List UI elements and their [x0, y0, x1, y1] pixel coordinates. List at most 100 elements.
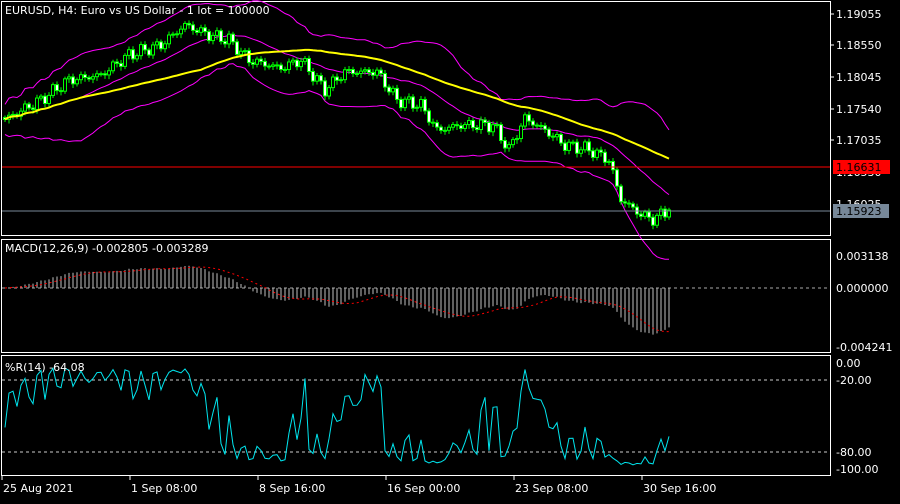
- bear-candle: [203, 27, 207, 33]
- price-label: 1.18550: [836, 39, 882, 52]
- bull-candle: [555, 133, 559, 138]
- bear-candle: [631, 203, 635, 208]
- bull-candle: [75, 79, 79, 85]
- bull-candle: [391, 87, 395, 93]
- bear-candle: [475, 127, 479, 131]
- bull-candle: [443, 129, 447, 132]
- bear-candle: [411, 96, 415, 109]
- bull-candle: [507, 144, 511, 149]
- bear-candle: [483, 119, 487, 123]
- bull-candle: [135, 55, 139, 60]
- time-label: 25 Aug 2021: [3, 482, 73, 495]
- bear-candle: [487, 121, 491, 133]
- bull-candle: [227, 33, 231, 45]
- bear-candle: [647, 211, 651, 218]
- price-label: 1.17540: [836, 103, 882, 116]
- macd-axis-label: 0.003138: [836, 250, 889, 263]
- bull-candle: [199, 27, 203, 33]
- bull-candle: [491, 124, 495, 133]
- bear-candle: [431, 121, 435, 124]
- bull-candle: [287, 61, 291, 71]
- bear-candle: [231, 33, 235, 43]
- bull-candle: [495, 124, 499, 127]
- bull-candle: [515, 138, 519, 141]
- macd-plot[interactable]: [4, 265, 670, 335]
- bear-candle: [235, 41, 239, 55]
- time-label: 1 Sep 08:00: [131, 482, 197, 495]
- wpr-axis-label: -100.00: [836, 463, 878, 476]
- bear-candle: [455, 124, 459, 127]
- bear-candle: [275, 64, 279, 67]
- bear-candle: [55, 84, 59, 92]
- bull-candle: [343, 69, 347, 81]
- bull-candle: [23, 103, 27, 112]
- bull-candle: [111, 61, 115, 72]
- bull-candle: [655, 214, 659, 226]
- bear-candle: [591, 150, 595, 158]
- wpr-axis-label: -20.00: [836, 374, 871, 387]
- bear-candle: [527, 114, 531, 122]
- bull-candle: [355, 72, 359, 75]
- bear-candle: [471, 120, 475, 129]
- macd-title: MACD(12,26,9) -0.002805 -0.003289: [5, 242, 208, 255]
- wpr-plot[interactable]: [4, 367, 670, 466]
- bear-candle: [575, 141, 579, 154]
- bear-candle: [119, 62, 123, 67]
- bear-candle: [267, 65, 271, 68]
- bear-candle: [543, 125, 547, 130]
- bear-candle: [563, 142, 567, 151]
- bear-candle: [639, 213, 643, 217]
- bear-candle: [295, 59, 299, 68]
- time-axis[interactable]: 25 Aug 2021 1 Sep 08:00 8 Sep 16:00 16 S…: [1, 476, 716, 495]
- bear-candle: [387, 86, 391, 93]
- bear-candle: [43, 95, 47, 104]
- trading-chart[interactable]: EURUSD, H4: Euro vs US Dollar - 1 lot = …: [0, 0, 900, 500]
- bull-candle: [567, 141, 571, 151]
- macd-axis-label: 0.000000: [836, 282, 889, 295]
- bull-candle: [67, 76, 71, 80]
- bear-candle: [143, 44, 147, 51]
- bull-candle: [123, 54, 127, 67]
- bull-candle: [407, 96, 411, 100]
- bull-candle: [467, 120, 471, 126]
- bull-candle: [523, 114, 527, 127]
- bull-candle: [99, 73, 103, 76]
- bear-candle: [623, 201, 627, 204]
- bear-candle: [103, 73, 107, 76]
- bull-candle: [35, 97, 39, 110]
- bollinger-upper-band: [4, 0, 670, 131]
- bull-candle: [347, 69, 351, 72]
- bull-candle: [155, 41, 159, 46]
- bull-candle: [139, 44, 143, 57]
- bull-candle: [167, 34, 171, 45]
- bull-candle: [179, 28, 183, 35]
- bull-candle: [415, 106, 419, 109]
- bear-candle: [147, 49, 151, 56]
- bull-candle: [95, 73, 99, 78]
- bull-candle: [163, 43, 167, 50]
- time-label: 16 Sep 00:00: [387, 482, 460, 495]
- bear-candle: [367, 69, 371, 73]
- bull-candle: [595, 149, 599, 158]
- bollinger-middle-band: [4, 34, 670, 196]
- bull-candle: [511, 139, 515, 146]
- bull-candle: [47, 94, 51, 104]
- bull-candle: [519, 125, 523, 140]
- bull-candle: [331, 76, 335, 89]
- bear-candle: [539, 124, 543, 127]
- price-axis[interactable]: 1.19055 1.18550 1.18045 1.17540 1.17035 …: [2, 8, 890, 218]
- bear-candle: [323, 80, 327, 97]
- wpr-panel-border: [1, 355, 831, 476]
- bear-candle: [547, 128, 551, 137]
- bull-candle: [63, 78, 67, 92]
- bear-candle: [195, 29, 199, 33]
- bull-candle: [79, 74, 83, 81]
- bull-candle: [51, 84, 55, 96]
- bull-candle: [171, 33, 175, 36]
- bull-candle: [127, 49, 131, 56]
- price-plot[interactable]: [3, 0, 671, 260]
- bull-candle: [315, 75, 319, 82]
- wpr-title: %R(14) -64.08: [5, 361, 85, 374]
- bear-candle: [399, 98, 403, 109]
- bear-candle: [439, 126, 443, 131]
